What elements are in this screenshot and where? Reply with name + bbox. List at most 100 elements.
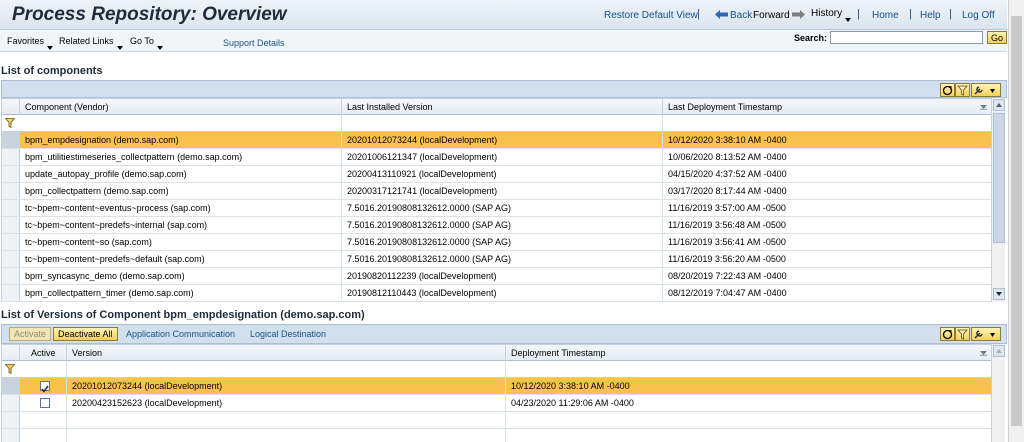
row-selector[interactable] [2, 149, 20, 165]
components-scrollbar[interactable] [991, 98, 1005, 302]
filter-version-field[interactable] [67, 361, 506, 377]
row-selector[interactable] [2, 412, 20, 428]
row-selector[interactable] [2, 183, 20, 199]
table-row[interactable]: bpm_collectpattern_timer (demo.sap.com) 2… [2, 285, 992, 302]
row-selector[interactable] [2, 429, 20, 442]
filter-icon [957, 329, 968, 340]
versions-section-title: List of Versions of Component bpm_empdes… [1, 309, 365, 321]
filter-active-field[interactable] [20, 361, 67, 377]
table-row[interactable]: bpm_empdesignation (demo.sap.com) 2020101… [2, 132, 992, 149]
select-all-header[interactable] [2, 345, 20, 361]
cell-version: 20201006121347 (localDevelopment) [342, 149, 663, 165]
table-row[interactable]: update_autopay_profile (demo.sap.com) 202… [2, 166, 992, 183]
column-header-component[interactable]: Component (Vendor) [20, 99, 342, 115]
column-header-active[interactable]: Active [20, 345, 67, 361]
back-button[interactable]: Back [715, 10, 752, 21]
cell-component[interactable]: bpm_collectpattern (demo.sap.com) [20, 183, 342, 199]
row-selector[interactable] [2, 378, 20, 394]
table-row[interactable]: bpm_collectpattern (demo.sap.com) 2020031… [2, 183, 992, 200]
filter-component-field[interactable] [20, 115, 342, 131]
table-row[interactable]: tc~bpem~content~predefs~internal (sap.co… [2, 217, 992, 234]
cell-component[interactable]: tc~bpem~content~predefs~default (sap.com… [20, 251, 342, 267]
related-links-menu[interactable]: Related Links [59, 36, 123, 50]
filter-icon[interactable] [5, 118, 15, 128]
cell-component[interactable]: tc~bpem~content~so (sap.com) [20, 234, 342, 250]
row-selector[interactable] [2, 217, 20, 233]
scroll-thumb[interactable] [993, 113, 1005, 243]
logoff-link[interactable]: Log Off [962, 10, 995, 21]
cell-component[interactable]: bpm_collectpattern_timer (demo.sap.com) [20, 285, 342, 301]
column-header-deployment-timestamp[interactable]: Deployment Timestamp [506, 345, 992, 361]
table-row[interactable]: tc~bpem~content~eventus~process (sap.com… [2, 200, 992, 217]
forward-button[interactable]: Forward [753, 10, 805, 21]
row-selector[interactable] [2, 166, 20, 182]
cell-component[interactable]: bpm_syncasync_demo (demo.sap.com) [20, 268, 342, 284]
application-communication-link[interactable]: Application Communication [126, 329, 235, 339]
cell-component[interactable]: update_autopay_profile (demo.sap.com) [20, 166, 342, 182]
sort-indicator-icon[interactable] [980, 351, 987, 356]
separator: | [949, 8, 952, 20]
cell-timestamp: 08/20/2019 7:22:43 AM -0400 [663, 268, 992, 284]
page-scrollbar[interactable] [1008, 0, 1024, 442]
scroll-down-button[interactable] [993, 288, 1005, 300]
scroll-up-button[interactable] [993, 99, 1005, 111]
active-checkbox[interactable] [40, 381, 50, 393]
filter-timestamp-field[interactable] [506, 361, 992, 377]
cell-component[interactable]: tc~bpem~content~predefs~internal (sap.co… [20, 217, 342, 233]
go-to-menu[interactable]: Go To [130, 36, 163, 50]
row-selector[interactable] [2, 268, 20, 284]
row-selector[interactable] [2, 285, 20, 301]
cell-component[interactable]: bpm_utilitiestimeseries_collectpattern (… [20, 149, 342, 165]
filter-icon[interactable] [5, 364, 15, 374]
cell-component[interactable]: bpm_empdesignation (demo.sap.com) [20, 132, 342, 148]
row-selector[interactable] [2, 395, 20, 411]
favorites-menu[interactable]: Favorites [7, 36, 54, 50]
cell-version: 20201012073244 (localDevelopment) [342, 132, 663, 148]
filter-toggle-button[interactable] [955, 327, 970, 341]
components-table-header: Component (Vendor) Last Installed Versio… [2, 98, 992, 115]
cell-component[interactable]: tc~bpem~content~eventus~process (sap.com… [20, 200, 342, 216]
refresh-button[interactable] [940, 83, 955, 97]
active-checkbox[interactable] [40, 398, 50, 408]
cell-timestamp: 11/16/2019 3:56:48 AM -0500 [663, 217, 992, 233]
dropdown-triangle-icon [47, 46, 54, 50]
refresh-button[interactable] [940, 327, 955, 341]
search-input[interactable] [830, 31, 983, 44]
column-header-timestamp[interactable]: Last Deployment Timestamp [663, 99, 992, 115]
page-title: Process Repository: Overview [12, 4, 287, 25]
activate-button[interactable]: Activate [9, 327, 52, 341]
table-row[interactable]: tc~bpem~content~so (sap.com) 7.5016.20190… [2, 234, 992, 251]
separator: | [857, 8, 860, 20]
row-selector[interactable] [2, 251, 20, 267]
settings-menu-button[interactable] [971, 327, 1001, 341]
filter-version-field[interactable] [342, 115, 663, 131]
logical-destination-link[interactable]: Logical Destination [250, 329, 326, 339]
column-header-version[interactable]: Version [67, 345, 506, 361]
table-row[interactable]: bpm_syncasync_demo (demo.sap.com) 2019082… [2, 268, 992, 285]
column-header-version[interactable]: Last Installed Version [342, 99, 663, 115]
table-row[interactable]: 20200423152623 (localDevelopment) 04/23/2… [2, 395, 992, 412]
filter-timestamp-field[interactable] [663, 115, 992, 131]
table-row[interactable]: tc~bpem~content~predefs~default (sap.com… [2, 251, 992, 268]
restore-default-view-link[interactable]: Restore Default View [604, 10, 698, 21]
table-row[interactable]: bpm_utilitiestimeseries_collectpattern (… [2, 149, 992, 166]
row-selector[interactable] [2, 200, 20, 216]
versions-scrollbar[interactable] [991, 344, 1005, 442]
home-link[interactable]: Home [872, 10, 899, 21]
sort-indicator-icon[interactable] [980, 105, 987, 110]
help-link[interactable]: Help [920, 10, 941, 21]
filter-toggle-button[interactable] [955, 83, 970, 97]
deactivate-all-button[interactable]: Deactivate All [53, 327, 118, 341]
row-selector[interactable] [2, 234, 20, 250]
row-selector[interactable] [2, 132, 20, 148]
page-scroll-thumb[interactable] [1011, 16, 1022, 426]
cell-timestamp: 10/12/2020 3:38:10 AM -0400 [663, 132, 992, 148]
settings-menu-button[interactable] [971, 83, 1001, 97]
support-details-link[interactable]: Support Details [223, 38, 285, 48]
go-button[interactable]: Go [987, 31, 1007, 44]
table-row[interactable]: 20201012073244 (localDevelopment) 10/12/2… [2, 378, 992, 395]
history-menu[interactable]: History [811, 8, 852, 22]
scroll-up-button[interactable] [993, 345, 1005, 357]
select-all-header[interactable] [2, 99, 20, 115]
wrench-icon [974, 330, 995, 339]
